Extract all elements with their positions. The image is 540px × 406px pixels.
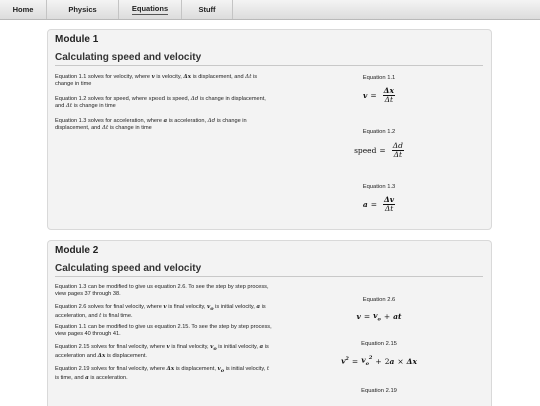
nav-home[interactable]: Home bbox=[0, 0, 47, 19]
module-2-desc-1: Equation 1.3 can be modified to give us … bbox=[55, 284, 269, 297]
module-1-title: Module 1 bbox=[55, 34, 99, 45]
nav-home-label: Home bbox=[12, 5, 34, 14]
nav-stuff[interactable]: Stuff bbox=[182, 0, 233, 19]
module-2-panel: Module 2 Calculating speed and velocity … bbox=[47, 240, 492, 406]
nav-equations[interactable]: Equations bbox=[119, 0, 182, 19]
module-2-desc-5: Equation 2.19 solves for final velocity,… bbox=[55, 366, 270, 381]
equation-2-15: v2 = vo2 +2 a × Δx bbox=[341, 355, 417, 367]
module-1-desc-1: Equation 1.1 solves for velocity, where … bbox=[55, 74, 258, 87]
equation-2-15-label: Equation 2.15 bbox=[361, 341, 397, 347]
equation-1-3-label: Equation 1.3 bbox=[362, 184, 396, 190]
equation-1-3: a = Δv Δt bbox=[362, 195, 396, 213]
module-1-panel: Module 1 Calculating speed and velocity … bbox=[47, 29, 492, 230]
equation-1-2-label: Equation 1.2 bbox=[362, 129, 396, 135]
module-2-desc-2: Equation 2.6 solves for final velocity, … bbox=[55, 304, 266, 319]
module-2-desc-4: Equation 2.15 solves for final velocity,… bbox=[55, 344, 269, 359]
nav-physics-label: Physics bbox=[68, 5, 97, 14]
module-1-subtitle: Calculating speed and velocity bbox=[55, 52, 483, 66]
equation-2-6-label: Equation 2.6 bbox=[362, 297, 396, 303]
module-2-subtitle: Calculating speed and velocity bbox=[55, 263, 483, 277]
nav-physics[interactable]: Physics bbox=[47, 0, 119, 19]
equation-1-1-label: Equation 1.1 bbox=[362, 75, 396, 81]
nav-equations-label: Equations bbox=[131, 4, 169, 15]
nav-stuff-label: Stuff bbox=[198, 5, 216, 14]
equation-2-6: v = vo + at bbox=[356, 311, 402, 323]
module-2-desc-3: Equation 1.1 can be modified to give us … bbox=[55, 324, 272, 337]
module-1-desc-2: Equation 1.2 solves for speed, where spe… bbox=[55, 96, 266, 109]
equation-2-19-label: Equation 2.19 bbox=[361, 388, 397, 394]
module-1-desc-3: Equation 1.3 solves for acceleration, wh… bbox=[55, 118, 247, 131]
module-2-title: Module 2 bbox=[55, 245, 99, 256]
top-nav: Home Physics Equations Stuff bbox=[0, 0, 540, 20]
equation-1-1: v = Δx Δt bbox=[363, 86, 395, 104]
equation-1-2: speed = Δd Δt bbox=[354, 141, 404, 159]
